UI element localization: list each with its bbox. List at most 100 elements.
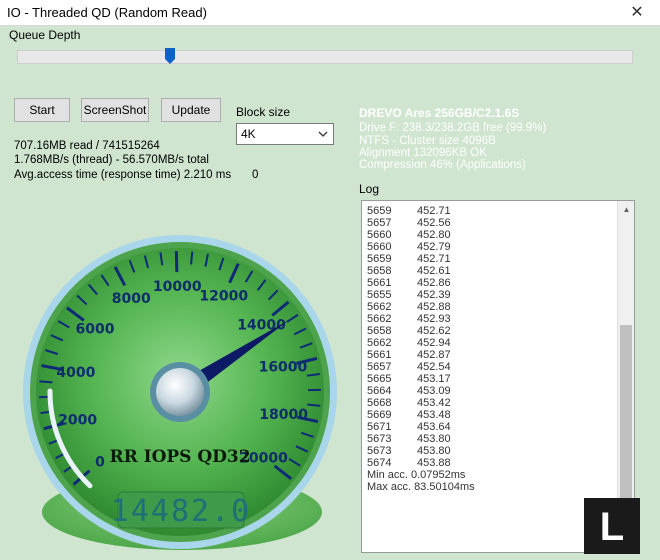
log-row: 5661 452.87	[367, 349, 617, 361]
log-mbs: 452.71	[417, 253, 451, 265]
log-row: 5673 453.80	[367, 445, 617, 457]
log-iops: 5658	[367, 265, 392, 277]
access-zero-value: 0	[252, 169, 259, 181]
access-time: Avg.access time (response time) 2.210 ms	[14, 169, 232, 181]
log-row: 5671 453.64	[367, 421, 617, 433]
gauge-hub	[156, 368, 204, 416]
drive-free: Drive F: 238.3/238.2GB free (99.9%)	[359, 122, 547, 134]
log-row: 5674 453.88	[367, 457, 617, 469]
log-row: 5673 453.80	[367, 433, 617, 445]
gauge-tick	[190, 251, 194, 265]
log-row: 5668 453.42	[367, 397, 617, 409]
drive-name: DREVO Ares 256GB/C2.1.6S	[359, 106, 520, 120]
start-button[interactable]: Start	[14, 98, 70, 122]
screenshot-button[interactable]: ScreenShot	[81, 98, 149, 122]
log-mbs: 453.88	[417, 457, 451, 469]
log-row: 5662 452.93	[367, 313, 617, 325]
watermark-logo: L	[584, 498, 640, 554]
log-row: 5659 452.71	[367, 205, 617, 217]
drive-alignment: Alignment 132096KB OK	[359, 147, 487, 159]
log-iops: 5674	[367, 457, 392, 469]
log-row: 5662 452.88	[367, 301, 617, 313]
log-row: 5665 453.17	[367, 373, 617, 385]
log-mbs: 453.64	[417, 421, 451, 433]
block-size-label: Block size	[236, 105, 291, 119]
log-mbs: 453.17	[417, 373, 451, 385]
log-iops: 5662	[367, 337, 392, 349]
log-row: 5655 452.39	[367, 289, 617, 301]
iops-gauge: 0 2000 4000 6000 8000 10000 12000 14000 …	[23, 235, 337, 550]
slider-thumb[interactable]	[165, 48, 175, 64]
log-iops: 5662	[367, 313, 392, 325]
log-iops: 5668	[367, 397, 392, 409]
log-row: 5658 452.61	[367, 265, 617, 277]
max-access: Max acc. 83.50104ms	[367, 481, 475, 493]
scale-label-10000: 10000	[153, 279, 202, 295]
log-mbs: 452.79	[417, 241, 451, 253]
update-button[interactable]: Update	[161, 98, 221, 122]
log-iops: 5657	[367, 217, 392, 229]
log-row: 5661 452.86	[367, 277, 617, 289]
log-row: 5662 452.94	[367, 337, 617, 349]
close-icon[interactable]: ✕	[614, 0, 660, 26]
log-iops: 5673	[367, 445, 392, 457]
log-mbs: 452.93	[417, 313, 451, 325]
log-iops: 5660	[367, 241, 392, 253]
log-mbs: 452.71	[417, 205, 451, 217]
min-access: Min acc. 0.07952ms	[367, 469, 466, 481]
log-mbs: 452.87	[417, 349, 451, 361]
log-iops: 5664	[367, 385, 392, 397]
log-mbs: 453.42	[417, 397, 451, 409]
log-iops: 5657	[367, 361, 392, 373]
watermark-letter: L	[600, 505, 624, 549]
drive-compression: Compression 46% (Applications)	[359, 159, 526, 171]
block-size-select[interactable]: 4K	[236, 123, 334, 145]
log-iops: 5659	[367, 205, 392, 217]
log-row: 5660 452.80	[367, 229, 617, 241]
title-bar: IO - Threaded QD (Random Read) ✕	[0, 0, 660, 26]
log-mbs: 452.62	[417, 325, 451, 337]
log-mbs: 453.80	[417, 433, 451, 445]
scale-label-14000: 14000	[237, 317, 286, 333]
client-area: Queue Depth Start ScreenShot Update Bloc…	[0, 26, 660, 560]
drive-filesystem: NTFS - Cluster size 4096B	[359, 135, 496, 147]
log-mbs: 453.48	[417, 409, 451, 421]
log-iops: 5661	[367, 349, 392, 361]
block-size-value: 4K	[241, 127, 256, 141]
scale-label-4000: 4000	[56, 365, 95, 381]
gauge-caption: RR IOPS QD32	[109, 447, 250, 467]
read-total: 707.16MB read / 741515264	[14, 140, 160, 152]
scroll-up-icon[interactable]: ▲	[618, 201, 634, 218]
scale-label-12000: 12000	[199, 288, 248, 304]
log-mbs: 452.88	[417, 301, 451, 313]
log-mbs: 453.80	[417, 445, 451, 457]
log-mbs: 452.94	[417, 337, 451, 349]
gauge-tick	[307, 403, 321, 407]
log-mbs: 452.39	[417, 289, 451, 301]
scale-label-0: 0	[95, 455, 105, 471]
log-iops: 5658	[367, 325, 392, 337]
scale-label-6000: 6000	[76, 322, 115, 338]
log-list: 5659 452.71 5657 452.56 5660 452.80 5660 452.79…	[367, 205, 617, 493]
scale-label-18000: 18000	[259, 407, 308, 423]
log-mbs: 452.80	[417, 229, 451, 241]
queue-depth-slider[interactable]	[14, 48, 636, 70]
slider-track[interactable]	[17, 50, 633, 64]
log-iops: 5655	[367, 289, 392, 301]
log-mbs: 452.56	[417, 217, 451, 229]
scale-label-8000: 8000	[112, 291, 151, 307]
throughput: 1.768MB/s (thread) - 56.570MB/s total	[14, 154, 209, 166]
gauge-tick	[174, 251, 179, 273]
log-row: 5669 453.48	[367, 409, 617, 421]
gauge-display: 14482.0	[111, 494, 251, 529]
log-row: 5657 452.56	[367, 217, 617, 229]
log-label: Log	[359, 182, 380, 196]
log-mbs: 452.54	[417, 361, 451, 373]
log-mbs: 453.09	[417, 385, 451, 397]
scale-label-2000: 2000	[58, 413, 97, 429]
log-iops: 5671	[367, 421, 392, 433]
log-iops: 5673	[367, 433, 392, 445]
gauge-tick	[39, 380, 53, 384]
log-iops: 5659	[367, 253, 392, 265]
log-mbs: 452.86	[417, 277, 451, 289]
